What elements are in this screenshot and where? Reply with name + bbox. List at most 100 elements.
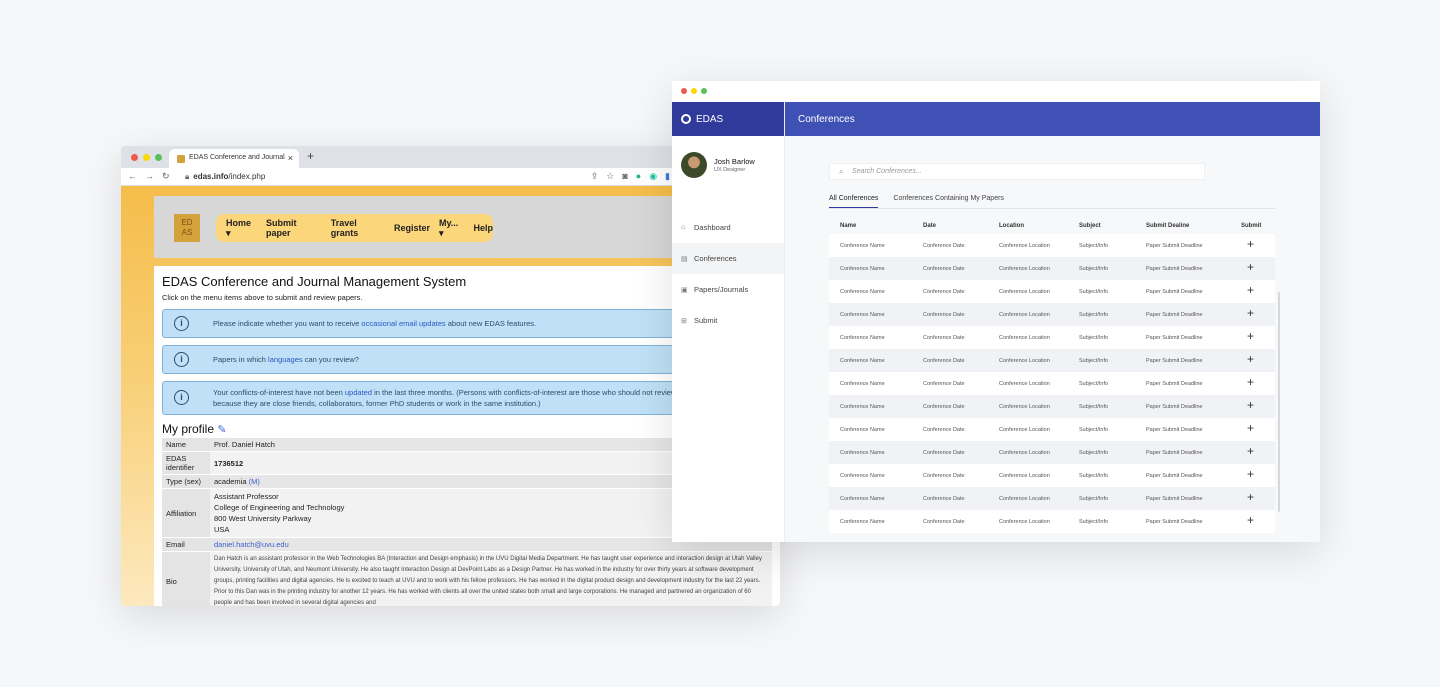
conference-location-cell: Conference Location	[999, 312, 1050, 318]
list-icon: ▤	[681, 255, 688, 263]
table-row[interactable]: Conference Name Conference Date Conference…	[829, 234, 1275, 257]
add-submission-icon[interactable]: +	[1247, 444, 1254, 458]
add-submission-icon[interactable]: +	[1247, 421, 1254, 435]
conference-deadline-cell: Paper Submit Deadline	[1146, 496, 1203, 502]
bookmark-icon[interactable]: ▮	[665, 171, 670, 182]
maximize-window-button[interactable]	[155, 154, 162, 161]
menu-help[interactable]: Help	[473, 223, 493, 233]
column-header-subject[interactable]: Subject	[1079, 223, 1101, 229]
page-title: Conferences	[798, 113, 855, 125]
grammarly-icon[interactable]: ◉	[649, 171, 657, 182]
minimize-window-button[interactable]	[691, 88, 697, 94]
add-submission-icon[interactable]: +	[1247, 237, 1254, 251]
add-submission-icon[interactable]: +	[1247, 329, 1254, 343]
table-row[interactable]: Conference Name Conference Date Conference…	[829, 510, 1275, 533]
tab-all-conferences[interactable]: All Conferences	[829, 195, 879, 208]
add-submission-icon[interactable]: +	[1247, 306, 1254, 320]
menu-home[interactable]: Home ▾	[226, 218, 257, 239]
conference-deadline-cell: Paper Submit Deadline	[1146, 381, 1203, 387]
conference-deadline-cell: Paper Submit Deadline	[1146, 243, 1203, 249]
sidebar-item-conferences[interactable]: ▤ Conferences	[672, 243, 784, 274]
conference-subject-cell: Subject/Info	[1079, 519, 1109, 525]
edit-icon[interactable]: ✎	[217, 424, 226, 436]
user-profile[interactable]: Josh Barlow UX Designer	[672, 136, 784, 196]
camera-icon[interactable]: ◙	[622, 171, 627, 182]
add-box-icon: ⊞	[681, 317, 687, 325]
add-submission-icon[interactable]: +	[1247, 398, 1254, 412]
sidebar-item-papers-journals[interactable]: ▣ Papers/Journals	[672, 274, 784, 305]
alert-text: Please indicate whether you want to rece…	[213, 319, 362, 328]
menu-travel-grants[interactable]: Travel grants	[331, 218, 385, 238]
conference-deadline-cell: Paper Submit Deadline	[1146, 358, 1203, 364]
back-arrow-icon[interactable]: ←	[128, 171, 137, 181]
conference-deadline-cell: Paper Submit Deadline	[1146, 404, 1203, 410]
forward-arrow-icon[interactable]: →	[145, 171, 154, 181]
table-row[interactable]: Conference Name Conference Date Conference…	[829, 464, 1275, 487]
column-header-submit: Submit	[1241, 223, 1262, 229]
browser-tab[interactable]: EDAS Conference and Journal ×	[169, 149, 299, 168]
sidebar-item-submit[interactable]: ⊞ Submit	[672, 305, 784, 336]
conference-location-cell: Conference Location	[999, 381, 1050, 387]
conference-date-cell: Conference Date	[923, 289, 965, 295]
add-submission-icon[interactable]: +	[1247, 375, 1254, 389]
menu-register[interactable]: Register	[394, 223, 430, 233]
reload-icon[interactable]: ↻	[162, 171, 170, 182]
close-window-button[interactable]	[681, 88, 687, 94]
sidebar-item-dashboard[interactable]: ⌂ Dashboard	[672, 212, 784, 243]
column-header-deadline[interactable]: Submit Dealine	[1146, 223, 1189, 229]
column-header-date[interactable]: Date	[923, 223, 936, 229]
add-submission-icon[interactable]: +	[1247, 283, 1254, 297]
conference-name-cell: Conference Name	[840, 266, 885, 272]
scrollbar[interactable]	[1278, 292, 1280, 512]
conference-name-cell: Conference Name	[840, 358, 885, 364]
table-row[interactable]: Conference Name Conference Date Conference…	[829, 257, 1275, 280]
conference-deadline-cell: Paper Submit Deadline	[1146, 312, 1203, 318]
table-row[interactable]: Conference Name Conference Date Conference…	[829, 303, 1275, 326]
table-row[interactable]: Conference Name Conference Date Conference…	[829, 441, 1275, 464]
add-submission-icon[interactable]: +	[1247, 490, 1254, 504]
extension-icon[interactable]: ●	[636, 171, 641, 182]
add-submission-icon[interactable]: +	[1247, 513, 1254, 527]
conference-subject-cell: Subject/Info	[1079, 243, 1109, 249]
updated-link[interactable]: updated	[345, 388, 372, 397]
search-input[interactable]: ⌕ Search Conferences...	[829, 163, 1205, 180]
tab-close-icon[interactable]: ×	[288, 153, 293, 163]
conference-subject-cell: Subject/Info	[1079, 312, 1109, 318]
profile-row-bio: Bio Dan Hatch is an assistant professor …	[162, 551, 772, 606]
conference-name-cell: Conference Name	[840, 450, 885, 456]
table-row[interactable]: Conference Name Conference Date Conference…	[829, 487, 1275, 510]
sex-link[interactable]: (M)	[249, 477, 260, 486]
conference-date-cell: Conference Date	[923, 312, 965, 318]
new-tab-icon[interactable]: +	[307, 149, 314, 163]
menu-submit-paper[interactable]: Submit paper	[266, 218, 322, 238]
table-row[interactable]: Conference Name Conference Date Conference…	[829, 418, 1275, 441]
profile-heading-text: My profile	[162, 422, 215, 436]
add-submission-icon[interactable]: +	[1247, 467, 1254, 481]
sidebar-nav: ⌂ Dashboard ▤ Conferences ▣ Papers/Journ…	[672, 212, 784, 336]
maximize-window-button[interactable]	[701, 88, 707, 94]
table-row[interactable]: Conference Name Conference Date Conference…	[829, 280, 1275, 303]
minimize-window-button[interactable]	[143, 154, 150, 161]
table-row[interactable]: Conference Name Conference Date Conference…	[829, 372, 1275, 395]
tab-my-papers[interactable]: Conferences Containing My Papers	[893, 195, 1004, 208]
brand[interactable]: EDAS	[672, 102, 784, 136]
url-domain: edas.info	[193, 172, 229, 181]
close-window-button[interactable]	[131, 154, 138, 161]
conference-subject-cell: Subject/Info	[1079, 450, 1109, 456]
column-header-location[interactable]: Location	[999, 223, 1024, 229]
star-icon[interactable]: ☆	[606, 171, 614, 182]
email-updates-link[interactable]: occasional email updates	[361, 319, 445, 328]
edas-logo[interactable]: ED AS	[174, 214, 200, 242]
table-row[interactable]: Conference Name Conference Date Conference…	[829, 349, 1275, 372]
url-field[interactable]: 🔒︎ edas.info/index.php	[185, 172, 265, 182]
menu-my[interactable]: My... ▾	[439, 218, 465, 239]
add-submission-icon[interactable]: +	[1247, 260, 1254, 274]
languages-link[interactable]: languages	[268, 355, 303, 364]
column-header-name[interactable]: Name	[840, 223, 856, 229]
table-row[interactable]: Conference Name Conference Date Conference…	[829, 326, 1275, 349]
alert-text: can you review?	[302, 355, 359, 364]
table-row[interactable]: Conference Name Conference Date Conference…	[829, 395, 1275, 418]
add-submission-icon[interactable]: +	[1247, 352, 1254, 366]
share-icon[interactable]: ⇪	[591, 171, 599, 182]
conference-subject-cell: Subject/Info	[1079, 404, 1109, 410]
